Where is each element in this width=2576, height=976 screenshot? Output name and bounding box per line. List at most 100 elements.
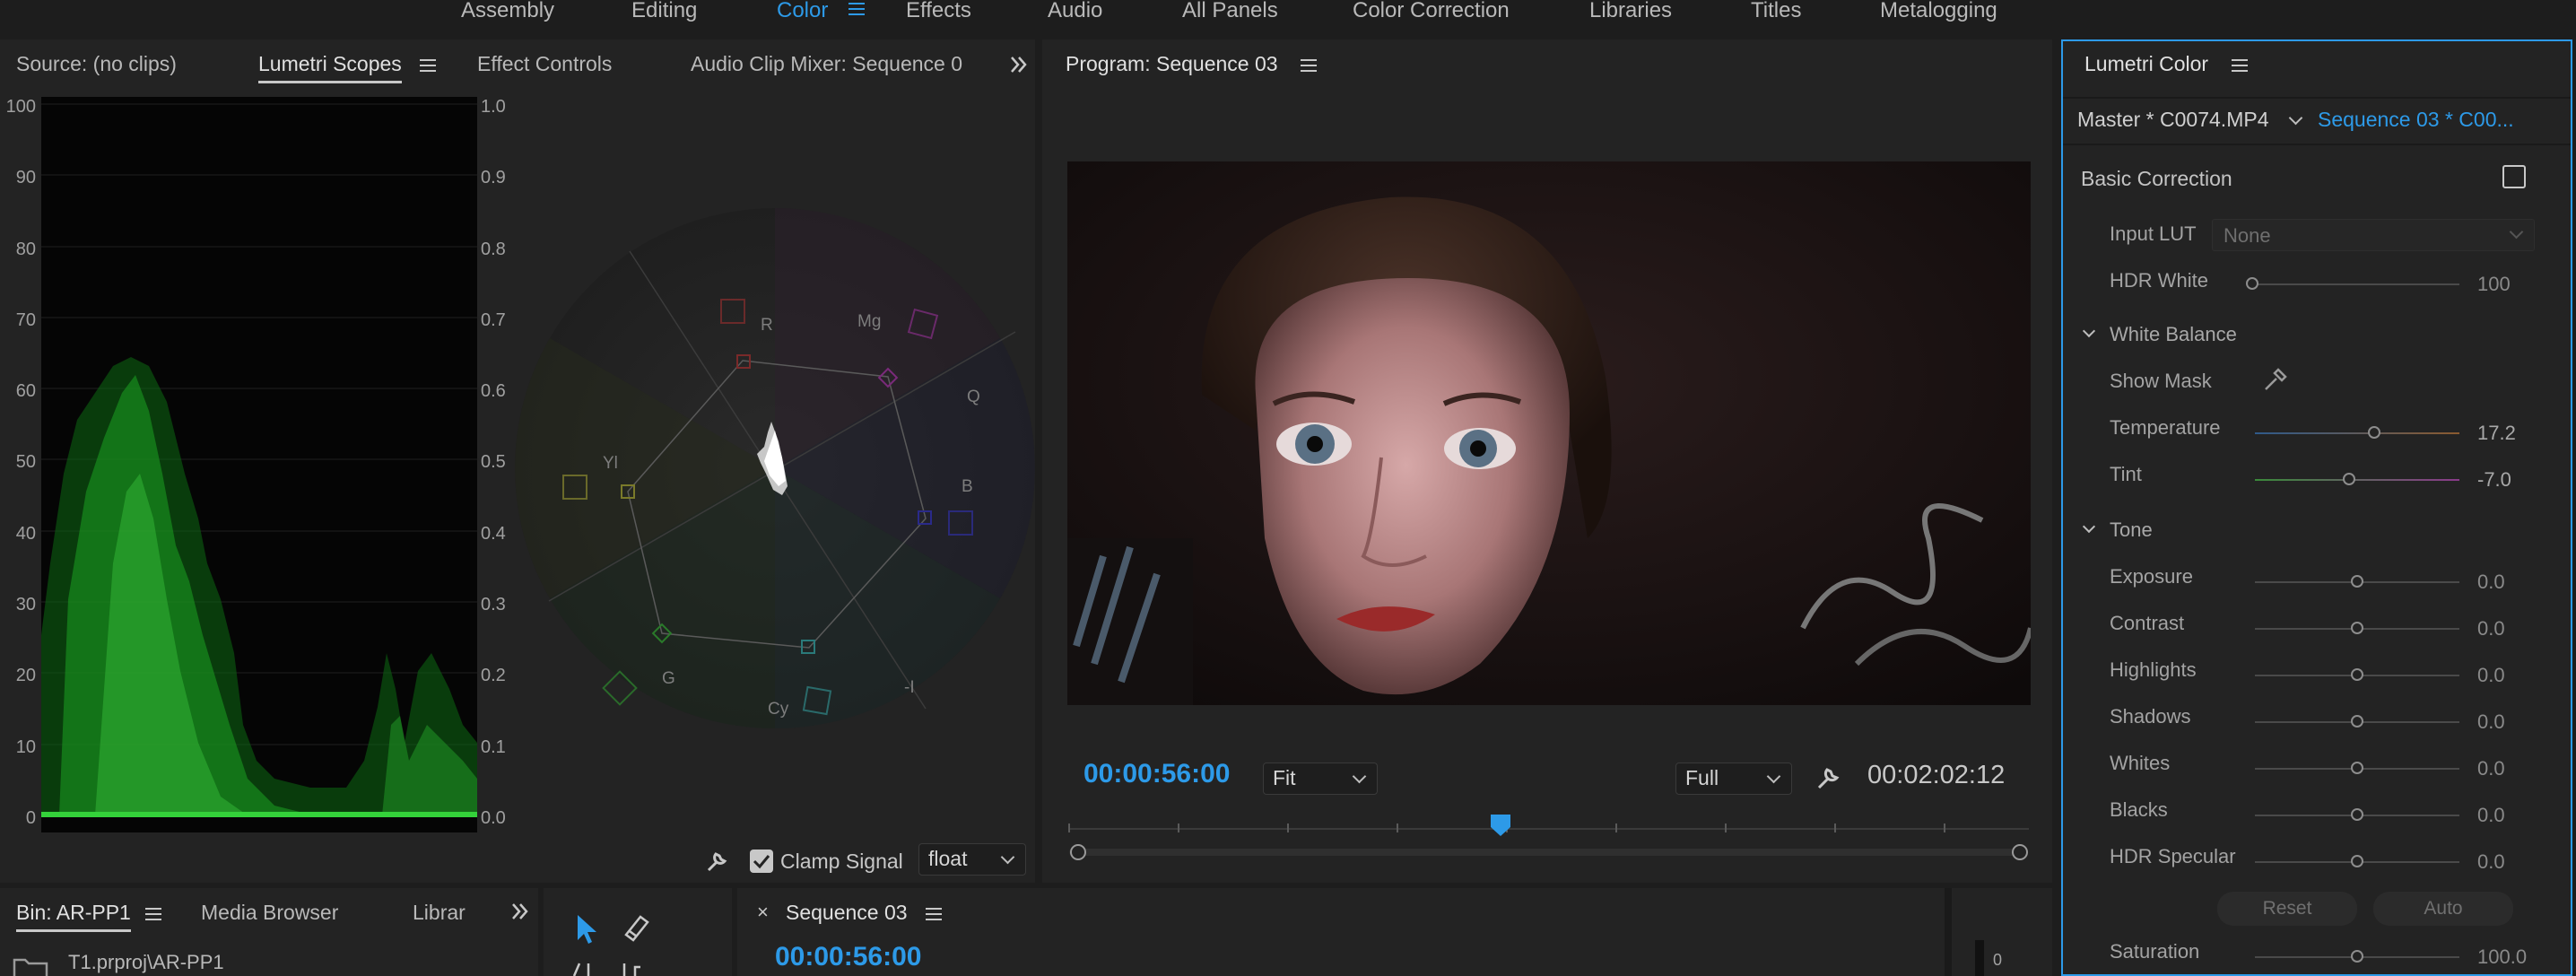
close-sequence-icon[interactable]: × [757,901,769,924]
lumetri-menu-icon[interactable] [2232,59,2248,72]
hdr-specular-knob[interactable] [2351,855,2363,867]
saturation-value[interactable]: 100.0 [2477,946,2527,969]
razor-tool-icon[interactable] [621,913,651,944]
bin-panel: Bin: AR-PP1 Media Browser Librar T1.prpr… [0,888,538,976]
saturation-knob[interactable] [2351,950,2363,963]
hdr-specular-value[interactable]: 0.0 [2477,850,2505,874]
tab-effect-controls[interactable]: Effect Controls [477,52,612,76]
basic-correction-enable-checkbox[interactable] [2502,165,2526,188]
tab-audio-clip-mixer[interactable]: Audio Clip Mixer: Sequence 0 [691,52,967,76]
ripple-edit-tool-icon[interactable] [619,960,655,976]
audio-meter [1975,940,1984,976]
chevron-down-icon [1352,769,1367,784]
workspace-tab-assembly[interactable]: Assembly [461,0,554,23]
program-monitor-title: Program: Sequence 03 [1066,52,1278,75]
whites-knob[interactable] [2351,762,2363,774]
program-video-frame [1067,161,2031,705]
chevron-down-icon [1766,769,1781,784]
project-path: T1.prproj\AR-PP1 [68,951,224,973]
tint-knob[interactable] [2343,473,2355,485]
bin-menu-icon[interactable] [145,908,161,920]
highlights-value[interactable]: 0.0 [2477,664,2505,687]
workspace-menu-icon[interactable] [849,3,865,15]
monitor-settings-wrench-icon[interactable] [1815,764,1842,791]
vectorscope-label-yl: Yl [603,454,618,473]
more-tabs-icon[interactable] [1008,54,1030,75]
chevron-down-icon [1000,850,1015,865]
blacks-label: Blacks [2110,798,2168,821]
tint-value[interactable]: -7.0 [2477,468,2511,492]
workspace-tab-color[interactable]: Color [777,0,828,23]
hdr-specular-label: HDR Specular [2110,845,2236,867]
workspace-tab-metalogging[interactable]: Metalogging [1880,0,1997,23]
timeline-current-timecode[interactable]: 00:00:56:00 [775,942,921,972]
contrast-knob[interactable] [2351,622,2363,634]
sequence-clip-tab[interactable]: Sequence 03 * C00... [2318,108,2514,132]
workspace-tab-color-correction[interactable]: Color Correction [1353,0,1510,23]
clamp-signal-checkbox[interactable] [750,850,773,873]
resolution-dropdown[interactable]: Full [1675,762,1792,795]
tab-media-browser[interactable]: Media Browser [201,901,338,925]
master-clip-tab[interactable]: Master * C0074.MP4 [2077,108,2268,132]
exposure-knob[interactable] [2351,575,2363,588]
tone-header[interactable]: Tone [2110,518,2153,542]
chevron-down-icon[interactable] [2288,110,2303,126]
vectorscope: R Mg Q B Yl G Cy -I [515,208,1035,728]
tint-track[interactable] [2255,479,2459,481]
workspace-tab-effects[interactable]: Effects [906,0,971,23]
temperature-value[interactable]: 17.2 [2477,422,2516,445]
tab-bin[interactable]: Bin: AR-PP1 [16,901,131,932]
program-time-ruler[interactable] [1066,813,2034,867]
workspace-tab-titles[interactable]: Titles [1751,0,1801,23]
program-menu-icon[interactable] [1301,59,1317,72]
blacks-value[interactable]: 0.0 [2477,804,2505,827]
scopes-menu-icon[interactable] [420,59,436,72]
tab-libraries[interactable]: Librar [413,901,468,925]
hdr-white-track[interactable] [2251,283,2459,285]
temperature-track[interactable] [2255,432,2459,434]
track-select-tool-icon[interactable] [570,960,606,976]
basic-correction-header[interactable]: Basic Correction [2081,167,2232,191]
in-point-handle [1070,844,1086,860]
white-balance-header[interactable]: White Balance [2110,323,2237,346]
blacks-knob[interactable] [2351,808,2363,821]
scope-settings-wrench-icon[interactable] [705,849,730,874]
auto-button[interactable]: Auto [2373,892,2513,926]
chevron-down-icon [2509,224,2524,240]
temperature-knob[interactable] [2368,426,2380,439]
workspace-tab-audio[interactable]: Audio [1048,0,1102,23]
tab-lumetri-scopes[interactable]: Lumetri Scopes [258,52,402,83]
reset-button[interactable]: Reset [2217,892,2357,926]
program-monitor-panel: Program: Sequence 03 00:00:56:00 Fit Ful… [1042,39,2052,883]
hdr-white-value[interactable]: 100 [2477,273,2511,296]
tone-chevron-icon[interactable] [2082,519,2096,534]
exposure-value[interactable]: 0.0 [2477,571,2505,594]
timeline-sequence-tab[interactable]: Sequence 03 [786,901,908,925]
tint-label: Tint [2110,463,2142,485]
white-balance-chevron-icon[interactable] [2082,324,2096,338]
resolution-value: Full [1685,766,1719,789]
timeline-menu-icon[interactable] [926,908,942,920]
vectorscope-label-b: B [962,477,973,496]
eyedropper-icon[interactable] [2262,366,2289,393]
more-tabs-icon[interactable] [509,901,531,922]
contrast-value[interactable]: 0.0 [2477,617,2505,640]
selection-tool-icon[interactable] [574,913,601,946]
workspace-tab-editing[interactable]: Editing [631,0,697,23]
program-current-timecode[interactable]: 00:00:56:00 [1083,759,1230,789]
audio-meter-zero-label: 0 [1993,951,2003,969]
hdr-white-knob[interactable] [2246,277,2258,290]
vectorscope-label-cy: Cy [768,700,789,719]
workspace-tab-all-panels[interactable]: All Panels [1182,0,1278,23]
whites-value[interactable]: 0.0 [2477,757,2505,780]
hdr-white-label: HDR White [2110,269,2209,292]
shadows-value[interactable]: 0.0 [2477,710,2505,734]
input-lut-dropdown[interactable]: None [2212,219,2535,251]
workspace-tab-libraries[interactable]: Libraries [1589,0,1672,23]
zoom-dropdown[interactable]: Fit [1263,762,1378,795]
precision-dropdown[interactable]: float [918,843,1026,876]
tab-source[interactable]: Source: (no clips) [16,52,177,76]
workspace-bar: Assembly Editing Color Effects Audio All… [0,0,2576,36]
highlights-knob[interactable] [2351,668,2363,681]
shadows-knob[interactable] [2351,715,2363,728]
